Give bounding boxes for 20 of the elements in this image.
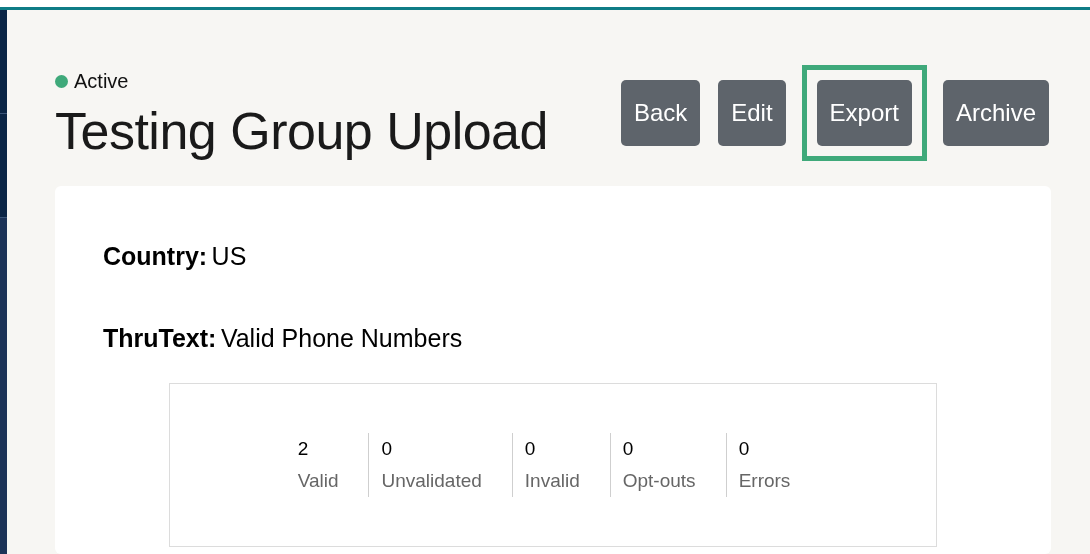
page-title: Testing Group Upload <box>55 101 548 162</box>
action-button[interactable]: Edit <box>718 80 786 146</box>
stat-label: Valid <box>297 469 340 493</box>
stat-value: 0 <box>738 437 751 461</box>
status-label: Active <box>74 69 129 94</box>
stat-value: 0 <box>524 437 537 461</box>
field-label: ThruText: <box>103 323 217 352</box>
field-value: Valid Phone Numbers <box>220 323 463 352</box>
field-label: Country: <box>103 242 208 270</box>
action-button[interactable]: Archive <box>942 80 1049 146</box>
stat-label: Opt-outs <box>622 469 697 493</box>
stat-label: Invalid <box>524 469 581 493</box>
stat-value: 0 <box>622 437 635 461</box>
action-button[interactable]: Back <box>620 80 701 146</box>
stat-label: Errors <box>738 469 792 493</box>
stat-label: Unvalidated <box>381 469 483 493</box>
stat-value: 0 <box>381 437 394 461</box>
action-button[interactable]: Export <box>816 80 912 146</box>
stat-value: 2 <box>297 437 310 461</box>
field-value: US <box>211 242 247 270</box>
